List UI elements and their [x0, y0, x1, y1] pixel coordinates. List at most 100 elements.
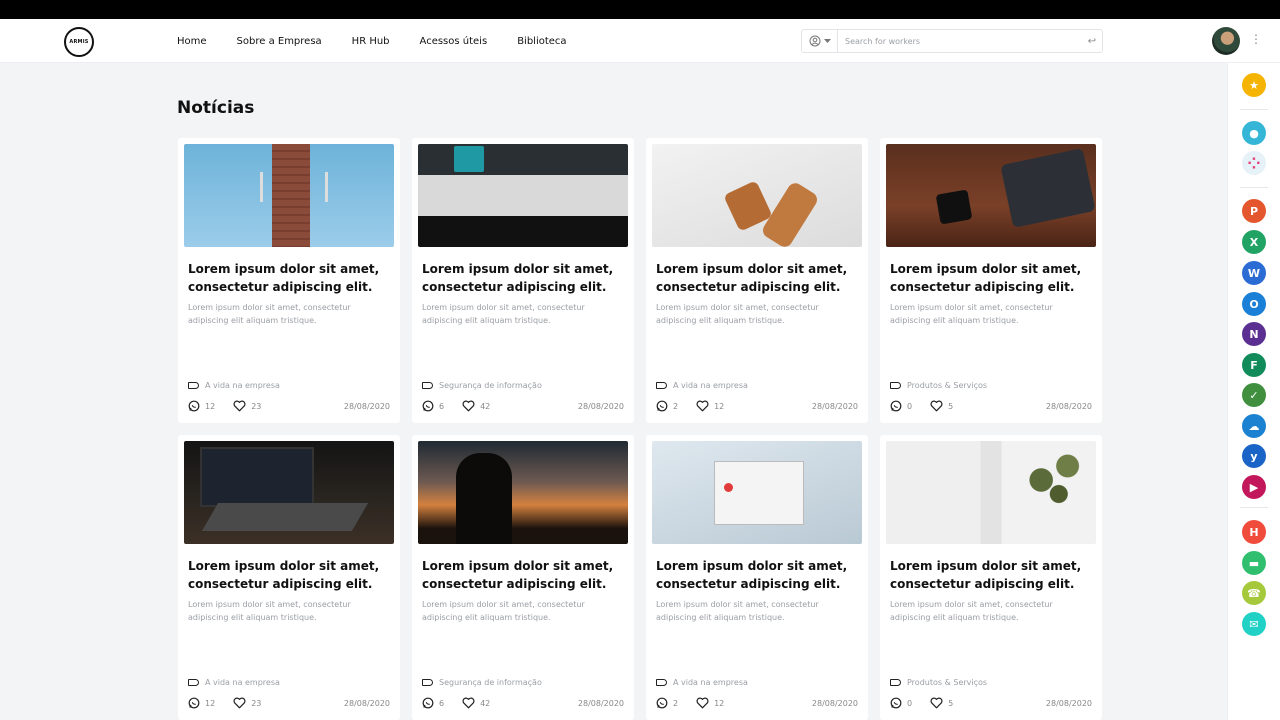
outlook-icon[interactable]: O [1242, 292, 1266, 316]
yammer-icon[interactable]: y [1242, 444, 1266, 468]
like-count: 12 [714, 401, 725, 411]
nav-acessos-uteis[interactable]: Acessos úteis [420, 36, 488, 47]
card-title: Lorem ipsum dolor sit amet, consectetur … [656, 262, 848, 294]
stream-icon[interactable]: ▶ [1242, 475, 1266, 499]
news-card[interactable]: Lorem ipsum dolor sit amet, consectetur … [412, 435, 634, 720]
comment-bubble-icon [422, 400, 434, 412]
card-category[interactable]: Produtos & Serviços [890, 678, 987, 687]
teams-group-icon[interactable]: ● [1242, 121, 1266, 145]
like-button[interactable]: 12 [696, 400, 724, 412]
like-count: 12 [714, 698, 725, 708]
teams-people-icon[interactable]: ✓ [1242, 383, 1266, 407]
heart-icon [696, 400, 709, 412]
comment-bubble-icon [422, 697, 434, 709]
laptop-photo [184, 441, 394, 544]
cell-tower-photo [184, 144, 394, 247]
comments-button[interactable]: 6 [422, 697, 444, 709]
card-category[interactable]: Produtos & Serviços [890, 381, 987, 390]
rail-divider [1240, 187, 1268, 188]
favorites-star-icon[interactable]: ★ [1242, 73, 1266, 97]
more-options-icon[interactable]: ⋮ [1250, 33, 1262, 45]
comments-button[interactable]: 12 [188, 697, 215, 709]
forms-icon[interactable]: F [1242, 353, 1266, 377]
card-category[interactable]: A vida na empresa [188, 381, 280, 390]
card-title: Lorem ipsum dolor sit amet, consectetur … [422, 262, 614, 294]
site-header: ARMIS Home Sobre a Empresa HR Hub Acesso… [0, 19, 1280, 63]
comment-count: 6 [439, 698, 445, 708]
news-card[interactable]: Lorem ipsum dolor sit amet, consectetur … [178, 138, 400, 423]
nav-hr-hub[interactable]: HR Hub [352, 36, 390, 47]
card-footer: 12 23 28/08/2020 [188, 697, 390, 709]
rail-divider [1240, 109, 1268, 110]
card-description: Lorem ipsum dolor sit amet, consectetur … [188, 303, 351, 325]
comments-button[interactable]: 12 [188, 400, 215, 412]
like-button[interactable]: 23 [233, 400, 261, 412]
card-date: 28/08/2020 [577, 698, 624, 708]
heart-icon [930, 697, 943, 709]
news-card[interactable]: Lorem ipsum dolor sit amet, consectetur … [646, 138, 868, 423]
like-button[interactable]: 23 [233, 697, 261, 709]
like-button[interactable]: 5 [930, 697, 953, 709]
comments-button[interactable]: 6 [422, 400, 444, 412]
card-category[interactable]: A vida na empresa [656, 381, 748, 390]
card-category[interactable]: A vida na empresa [656, 678, 748, 687]
page-title: Notícias [177, 98, 255, 118]
comment-count: 2 [673, 401, 679, 411]
comments-button[interactable]: 0 [890, 697, 912, 709]
news-card[interactable]: Lorem ipsum dolor sit amet, consectetur … [880, 138, 1102, 423]
heart-icon [930, 400, 943, 412]
comments-button[interactable]: 2 [656, 400, 678, 412]
card-category[interactable]: A vida na empresa [188, 678, 280, 687]
card-description: Lorem ipsum dolor sit amet, consectetur … [656, 303, 819, 325]
news-card[interactable]: Lorem ipsum dolor sit amet, consectetur … [880, 435, 1102, 720]
like-button[interactable]: 12 [696, 697, 724, 709]
news-card[interactable]: Lorem ipsum dolor sit amet, consectetur … [646, 435, 868, 720]
comment-bubble-icon [188, 697, 200, 709]
like-button[interactable]: 5 [930, 400, 953, 412]
nav-biblioteca[interactable]: Biblioteca [517, 36, 566, 47]
user-circle-icon [809, 35, 820, 47]
support-headset-icon[interactable]: ☎ [1242, 581, 1266, 605]
user-avatar[interactable] [1212, 27, 1240, 55]
word-icon[interactable]: W [1242, 261, 1266, 285]
card-date: 28/08/2020 [1045, 401, 1092, 411]
card-date: 28/08/2020 [343, 698, 390, 708]
card-footer: 0 5 28/08/2020 [890, 400, 1092, 412]
apps-dots-icon[interactable]: ⁘ [1242, 151, 1266, 175]
excel-icon[interactable]: X [1242, 230, 1266, 254]
enter-arrow-icon[interactable]: ↩ [1082, 36, 1102, 47]
category-label: A vida na empresa [673, 381, 748, 390]
news-card[interactable]: Lorem ipsum dolor sit amet, consectetur … [178, 435, 400, 720]
card-footer: 2 12 28/08/2020 [656, 400, 858, 412]
desk-devices-photo [886, 144, 1096, 247]
search-scope-dropdown[interactable] [802, 30, 838, 52]
imac-photo [418, 144, 628, 247]
search-input[interactable] [838, 30, 1082, 52]
category-label: Segurança de informação [439, 381, 542, 390]
powerpoint-icon[interactable]: P [1242, 199, 1266, 223]
like-button[interactable]: 42 [462, 697, 490, 709]
news-card[interactable]: Lorem ipsum dolor sit amet, consectetur … [412, 138, 634, 423]
card-category[interactable]: Segurança de informação [422, 678, 542, 687]
nav-sobre-a-empresa[interactable]: Sobre a Empresa [237, 36, 322, 47]
onedrive-icon[interactable]: ☁ [1242, 414, 1266, 438]
comments-button[interactable]: 2 [656, 697, 678, 709]
comment-count: 2 [673, 698, 679, 708]
card-category[interactable]: Segurança de informação [422, 381, 542, 390]
comment-count: 12 [205, 401, 216, 411]
nav-home[interactable]: Home [177, 36, 207, 47]
chat-icon[interactable]: ✉ [1242, 612, 1266, 636]
news-grid: Lorem ipsum dolor sit amet, consectetur … [178, 138, 1103, 720]
onenote-icon[interactable]: N [1242, 322, 1266, 346]
comment-bubble-icon [188, 400, 200, 412]
car-icon[interactable]: ▬ [1242, 551, 1266, 575]
category-label: Produtos & Serviços [907, 381, 988, 390]
company-logo[interactable]: ARMIS [64, 27, 94, 57]
comment-count: 6 [439, 401, 445, 411]
like-button[interactable]: 42 [462, 400, 490, 412]
hub-logo-icon[interactable]: H [1242, 520, 1266, 544]
card-title: Lorem ipsum dolor sit amet, consectetur … [656, 559, 848, 591]
card-footer: 2 12 28/08/2020 [656, 697, 858, 709]
comments-button[interactable]: 0 [890, 400, 912, 412]
card-title: Lorem ipsum dolor sit amet, consectetur … [188, 262, 380, 294]
